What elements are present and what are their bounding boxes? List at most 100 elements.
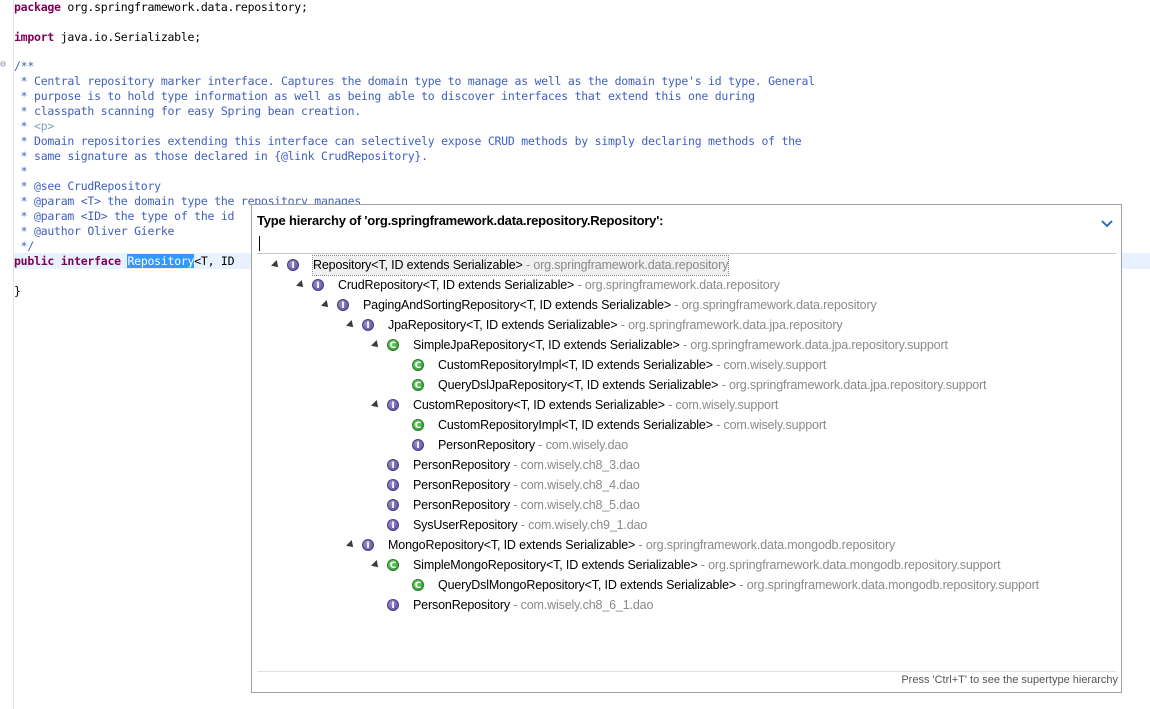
code-line[interactable]: public interface Repository<T, ID xyxy=(14,254,235,269)
tree-item[interactable]: I PagingAndSortingRepository<T, ID extend… xyxy=(252,296,1121,315)
tree-item-label: SimpleMongoRepository<T, ID extends Seri… xyxy=(413,556,1001,575)
code-token: * @see CrudRepository xyxy=(14,179,161,193)
package-name: - org.springframework.data.mongodb.repos… xyxy=(635,538,896,552)
footer-divider xyxy=(257,671,1116,672)
code-line[interactable]: * Domain repositories extending this int… xyxy=(14,134,802,149)
code-token: } xyxy=(14,284,21,298)
tree-item-label: CustomRepositoryImpl<T, ID extends Seria… xyxy=(438,416,826,435)
expand-toggle-icon[interactable] xyxy=(371,560,381,570)
tree-item[interactable]: I PersonRepository - com.wisely.dao xyxy=(252,436,1121,455)
tree-item-label: PersonRepository - com.wisely.ch8_5.dao xyxy=(413,496,640,515)
expand-toggle-icon[interactable] xyxy=(296,280,306,290)
code-line[interactable]: * @param <ID> the type of the id xyxy=(14,209,235,224)
interface-icon: I xyxy=(387,519,399,531)
expand-toggle-icon[interactable] xyxy=(346,320,356,330)
package-name: - org.springframework.data.repository xyxy=(522,258,729,272)
code-line[interactable]: } xyxy=(14,284,21,299)
type-name: PersonRepository xyxy=(413,498,510,512)
tree-item-label: QueryDslJpaRepository<T, ID extends Seri… xyxy=(438,376,987,395)
expand-toggle-icon[interactable] xyxy=(346,540,356,550)
package-name: - com.wisely.dao xyxy=(534,438,629,452)
tree-item[interactable]: C QueryDslJpaRepository<T, ID extends Ser… xyxy=(252,376,1121,395)
type-name: PersonRepository xyxy=(413,458,510,472)
code-line[interactable]: /** xyxy=(14,59,34,74)
view-menu-button[interactable] xyxy=(1101,216,1113,228)
package-name: - org.springframework.data.mongodb.repos… xyxy=(697,558,1001,572)
tree-item[interactable]: C CustomRepositoryImpl<T, ID extends Seri… xyxy=(252,356,1121,375)
package-name: - org.springframework.data.jpa.repositor… xyxy=(718,378,987,392)
package-name: - com.wisely.support xyxy=(664,398,779,412)
code-token: interface xyxy=(60,254,121,268)
interface-icon: I xyxy=(412,439,424,451)
tree-item[interactable]: I PersonRepository - com.wisely.ch8_5.dao xyxy=(252,496,1121,515)
popup-title: Type hierarchy of 'org.springframework.d… xyxy=(257,213,664,228)
tree-item[interactable]: C QueryDslMongoRepository<T, ID extends S… xyxy=(252,576,1121,595)
tree-item[interactable]: I Repository<T, ID extends Serializable> … xyxy=(252,255,1121,276)
tree-item[interactable]: I CrudRepository<T, ID extends Serializab… xyxy=(252,276,1121,295)
chevron-down-icon xyxy=(1101,220,1113,228)
tree-item[interactable]: I MongoRepository<T, ID extends Serializa… xyxy=(252,536,1121,555)
expand-toggle-icon[interactable] xyxy=(371,400,381,410)
code-token: * xyxy=(14,164,28,178)
code-token: * @param <ID> the type of the id xyxy=(14,209,235,223)
tree-item[interactable]: C CustomRepositoryImpl<T, ID extends Seri… xyxy=(252,416,1121,435)
tree-item-label: JpaRepository<T, ID extends Serializable… xyxy=(388,316,843,335)
code-token: * purpose is to hold type information as… xyxy=(14,89,755,103)
editor-gutter: ⊖ xyxy=(0,0,14,709)
hierarchy-tree[interactable]: I Repository<T, ID extends Serializable> … xyxy=(252,255,1121,665)
expand-toggle-icon[interactable] xyxy=(271,260,281,270)
tree-item[interactable]: I PersonRepository - com.wisely.ch8_3.dao xyxy=(252,456,1121,475)
tree-item[interactable]: I PersonRepository - com.wisely.ch8_6_1.d… xyxy=(252,596,1121,615)
tree-item-label: QueryDslMongoRepository<T, ID extends Se… xyxy=(438,576,1039,595)
filter-input[interactable] xyxy=(257,232,1115,253)
tree-item-label: MongoRepository<T, ID extends Serializab… xyxy=(388,536,895,555)
type-name: PersonRepository xyxy=(413,598,510,612)
tree-item[interactable]: I SysUserRepository - com.wisely.ch9_1.da… xyxy=(252,516,1121,535)
type-name: SimpleMongoRepository<T, ID extends Seri… xyxy=(413,558,698,572)
package-name: - org.springframework.data.repository xyxy=(574,278,780,292)
text-caret xyxy=(259,236,260,251)
code-token: * @author Oliver Gierke xyxy=(14,224,175,238)
code-line[interactable]: * xyxy=(14,164,28,179)
tree-item[interactable]: C SimpleJpaRepository<T, ID extends Seria… xyxy=(252,336,1121,355)
code-line[interactable]: * Central repository marker interface. C… xyxy=(14,74,815,89)
code-line[interactable]: * @see CrudRepository xyxy=(14,179,161,194)
package-name: - org.springframework.data.jpa.repositor… xyxy=(679,338,948,352)
type-name: SysUserRepository xyxy=(413,518,518,532)
interface-icon: I xyxy=(312,279,324,291)
code-line[interactable]: * same signature as those declared in {@… xyxy=(14,149,428,164)
tree-item-label: Repository<T, ID extends Serializable> -… xyxy=(311,255,730,276)
code-line[interactable]: * @author Oliver Gierke xyxy=(14,224,175,239)
code-line[interactable]: * purpose is to hold type information as… xyxy=(14,89,755,104)
code-token: /** xyxy=(14,59,35,73)
code-line[interactable]: * classpath scanning for easy Spring bea… xyxy=(14,104,362,119)
type-name: PersonRepository xyxy=(438,438,535,452)
tree-item[interactable]: C SimpleMongoRepository<T, ID extends Ser… xyxy=(252,556,1121,575)
interface-icon: I xyxy=(287,259,299,271)
interface-icon: I xyxy=(387,479,399,491)
expand-toggle-icon[interactable] xyxy=(321,300,331,310)
type-name: CustomRepositoryImpl<T, ID extends Seria… xyxy=(438,358,713,372)
code-line[interactable]: */ xyxy=(14,239,35,254)
fold-collapse-icon[interactable]: ⊖ xyxy=(0,58,12,72)
type-name: PersonRepository xyxy=(413,478,510,492)
tree-item[interactable]: I CustomRepository<T, ID extends Serializ… xyxy=(252,396,1121,415)
code-line[interactable]: import java.io.Serializable; xyxy=(14,30,201,45)
tree-item-label: PersonRepository - com.wisely.dao xyxy=(438,436,628,455)
interface-icon: I xyxy=(337,299,349,311)
tree-item-label: PersonRepository - com.wisely.ch8_3.dao xyxy=(413,456,640,475)
type-hierarchy-popup[interactable]: Type hierarchy of 'org.springframework.d… xyxy=(251,204,1122,693)
code-line[interactable]: * <p> xyxy=(14,119,55,134)
package-name: - com.wisely.ch9_1.dao xyxy=(517,518,648,532)
interface-icon: I xyxy=(362,319,374,331)
code-token: */ xyxy=(14,239,35,253)
tree-item[interactable]: I PersonRepository - com.wisely.ch8_4.dao xyxy=(252,476,1121,495)
tree-item[interactable]: I JpaRepository<T, ID extends Serializabl… xyxy=(252,316,1121,335)
code-token: org.springframework.data.repository; xyxy=(60,0,308,14)
code-token: <p> xyxy=(34,119,55,133)
tree-item-label: SysUserRepository - com.wisely.ch9_1.dao xyxy=(413,516,647,535)
code-line[interactable]: package org.springframework.data.reposit… xyxy=(14,0,308,15)
expand-toggle-icon[interactable] xyxy=(371,340,381,350)
package-name: - com.wisely.ch8_4.dao xyxy=(509,478,640,492)
package-name: - com.wisely.ch8_3.dao xyxy=(509,458,640,472)
